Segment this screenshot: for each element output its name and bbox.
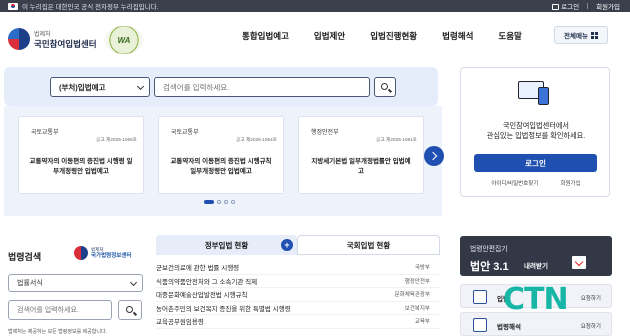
- nav-integrated-notice[interactable]: 통합입법예고: [242, 30, 289, 42]
- web-accessibility-badge: WA: [104, 26, 144, 54]
- site-logo[interactable]: 법제처 국민참여입법센터: [8, 28, 97, 50]
- search-button[interactable]: [374, 77, 396, 97]
- bill-list: 군보건의료에 관한 법률 시행령 국방부 식품의약품안전처와 그 소속기관 직제 행…: [156, 261, 440, 329]
- law-search-input[interactable]: [8, 300, 112, 320]
- bill-status-tabs: 정부입법 현황 + 국회입법 현황: [156, 235, 440, 255]
- search-input[interactable]: [154, 77, 370, 97]
- plus-icon[interactable]: +: [281, 239, 293, 251]
- login-button[interactable]: 로그인: [474, 154, 597, 172]
- law-editor-download: 법령안편집기 법안 3.1 내려받기: [460, 236, 612, 276]
- document-icon: [473, 290, 487, 304]
- login-message: 국민참여입법센터에서 관심있는 입법정보를 확인하세요.: [486, 121, 586, 140]
- tab-government-bills[interactable]: 정부입법 현황 +: [156, 235, 297, 255]
- pagination-dot[interactable]: [231, 200, 235, 204]
- carousel-pagination: [204, 200, 235, 204]
- pagination-dot[interactable]: [224, 200, 228, 204]
- download-link[interactable]: 내려받기: [524, 260, 548, 270]
- all-menu-button[interactable]: 전체메뉴: [554, 26, 608, 44]
- notice-card[interactable]: 국토교통부 공고 제2025-1064호 교통약자의 이동편의 증진법 시행규칙…: [158, 116, 284, 194]
- gov-banner: 이 누리집은 대한민국 공식 전자정부 누리집입니다.: [0, 0, 630, 12]
- search-category-select[interactable]: (부처)입법예고: [50, 77, 150, 97]
- pagination-dot[interactable]: [204, 200, 214, 204]
- list-item[interactable]: 교육공무원임용령 교육부: [156, 315, 440, 329]
- signup-link[interactable]: 회원가입: [560, 179, 580, 187]
- main-nav: 통합입법예고 입법제안 입법진행현황 법령해석 도움말: [240, 30, 547, 42]
- korea-flag-icon: [8, 2, 18, 10]
- search-icon: [381, 83, 388, 90]
- nav-law-interpretation[interactable]: 법령해석: [442, 30, 473, 42]
- ctn-watermark-logo: CTN: [503, 282, 569, 317]
- pagination-dot[interactable]: [217, 200, 221, 204]
- list-item[interactable]: 대중문화예술산업발전법 시행규칙 문화체육관광부: [156, 288, 440, 302]
- law-search-note: 법제처는 제공하는 모든 법령정보를 제공합니다.: [8, 329, 107, 335]
- nav-legislative-status[interactable]: 입법진행현황: [370, 30, 417, 42]
- law-type-select[interactable]: 법률서식: [8, 274, 143, 292]
- document-icon: [473, 318, 487, 332]
- login-links: 아이디/비밀번호찾기 회원가입: [461, 179, 611, 187]
- list-item[interactable]: 식품의약품안전처와 그 소속기관 직제 행정안전부: [156, 275, 440, 288]
- list-item[interactable]: 농어촌주민의 보건복지 증진을 위한 특별법 시행령 보건복지부: [156, 302, 440, 315]
- grid-menu-icon: [590, 31, 598, 39]
- chevron-down-icon: [129, 278, 138, 287]
- nav-help[interactable]: 도움말: [498, 30, 521, 42]
- site-header: 법제처 국민참여입법센터 WA 통합입법예고 입법제안 입법진행현황 법령해석 …: [0, 12, 630, 60]
- logo-text: 법제처 국민참여입법센터: [34, 31, 97, 49]
- law-search-button[interactable]: [118, 300, 142, 320]
- law-search-panel: 법령검색 법제처국가법령정보센터 법률서식 법제처는 제공하는 모든 법령정보를…: [8, 236, 144, 336]
- law-info-center-logo[interactable]: 법제처 국가법령정보센터: [74, 246, 131, 260]
- gov-notice: 이 누리집은 대한민국 공식 전자정부 누리집입니다.: [22, 4, 159, 11]
- government-emblem-icon: [8, 28, 30, 50]
- carousel-next-button[interactable]: [424, 146, 444, 166]
- login-link[interactable]: 로그인: [552, 1, 579, 11]
- nav-legislative-proposal[interactable]: 입법제안: [314, 30, 345, 42]
- chevron-down-icon: [136, 82, 145, 91]
- law-search-heading: 법령검색: [8, 252, 42, 262]
- download-icon[interactable]: [572, 256, 586, 269]
- lock-icon: [552, 4, 560, 11]
- notice-card[interactable]: 행정안전부 공고 제2025-1081호 지방세기본법 일부개정법률안 입법예고: [298, 116, 424, 194]
- list-item[interactable]: 군보건의료에 관한 법률 시행령 국방부: [156, 261, 440, 275]
- divider: [587, 3, 589, 9]
- notice-card[interactable]: 국토교통부 공고 제2025-1066호 교통약자의 이동편의 증진법 시행령 …: [18, 116, 144, 194]
- search-panel: (부처)입법예고: [4, 67, 438, 106]
- search-icon: [126, 306, 133, 313]
- login-card: 국민참여입법센터에서 관심있는 입법정보를 확인하세요. 로그인 아이디/비밀번…: [460, 67, 610, 197]
- account-links: 로그인 회원가입: [552, 0, 620, 12]
- tab-assembly-bills[interactable]: 국회입법 현황: [297, 235, 440, 255]
- government-emblem-icon: [74, 246, 88, 260]
- find-account-link[interactable]: 아이디/비밀번호찾기: [491, 179, 538, 187]
- signup-link[interactable]: 회원가입: [596, 1, 620, 11]
- devices-icon: [518, 81, 550, 105]
